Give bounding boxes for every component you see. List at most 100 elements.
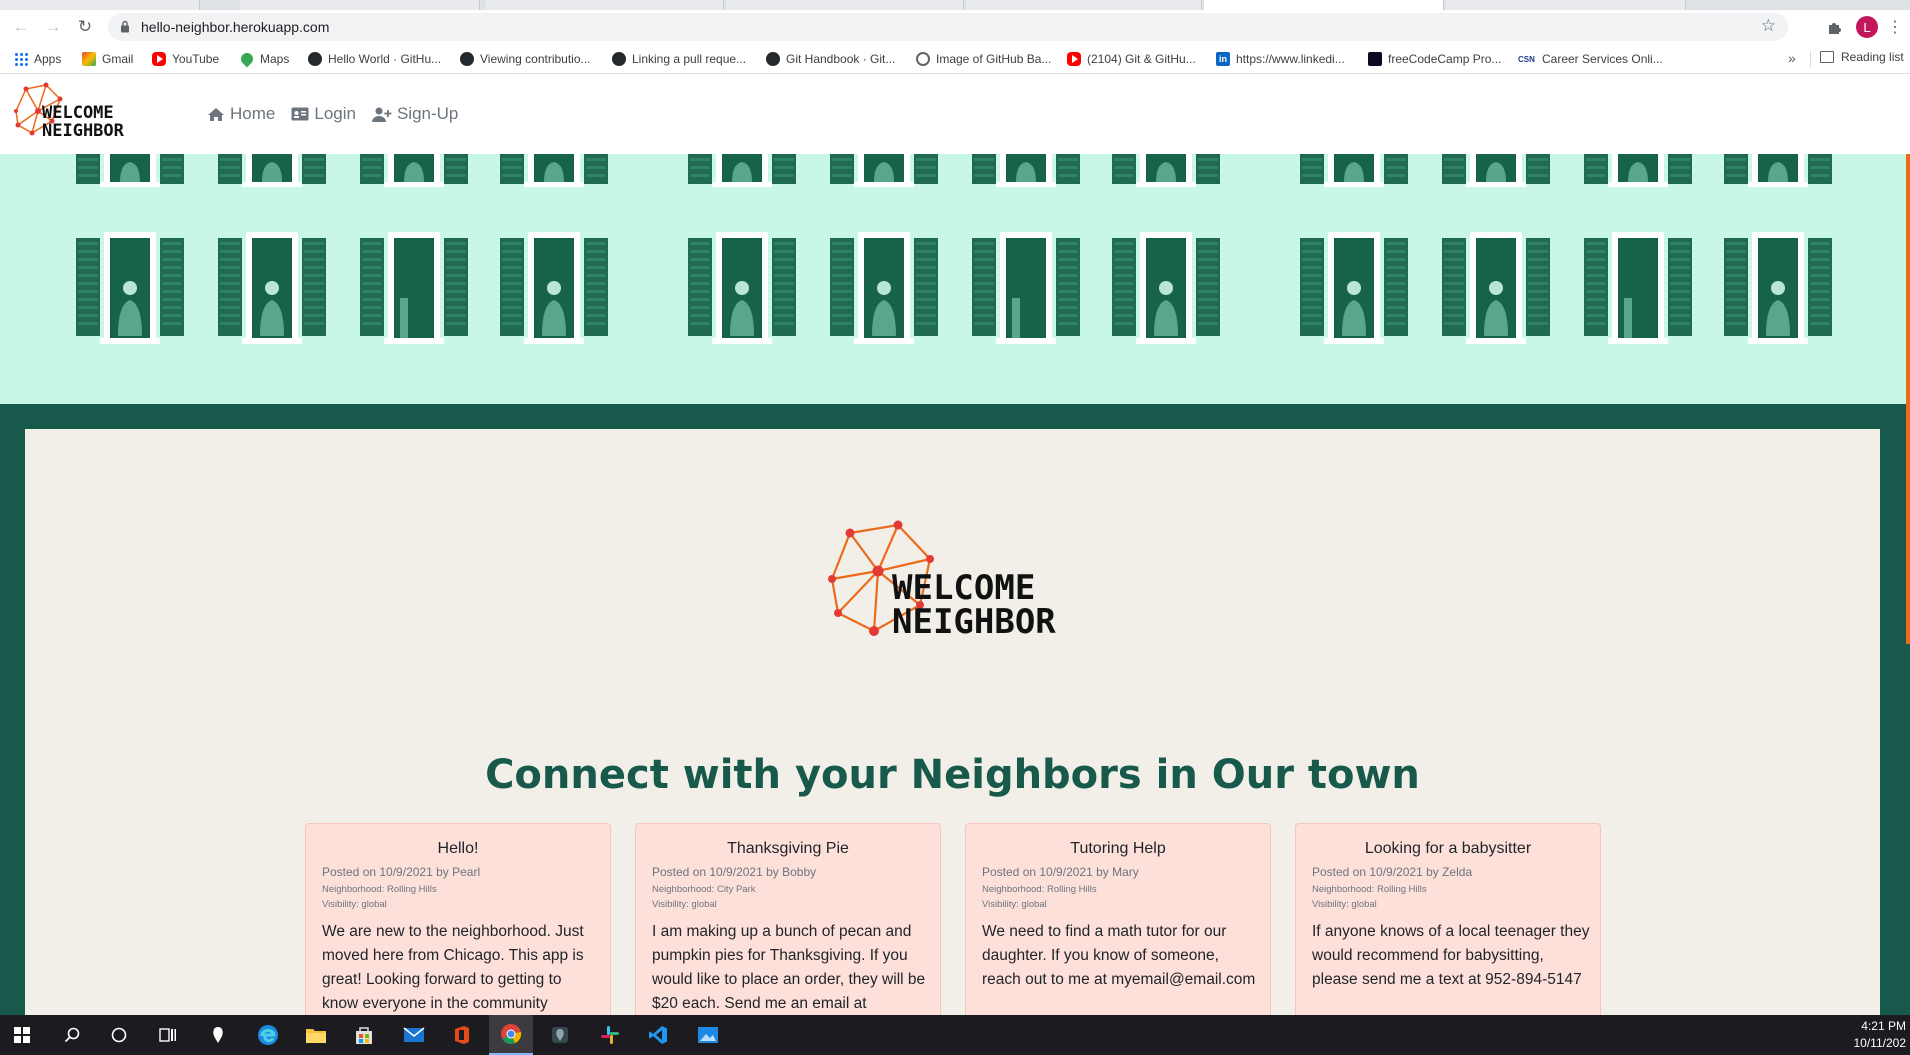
post-meta: Posted on 10/9/2021 by Bobby: [652, 865, 817, 879]
bookmark-linkedin[interactable]: in https://www.linkedi...: [1216, 50, 1345, 68]
microsoft-store-icon[interactable]: [342, 1015, 386, 1055]
post-card[interactable]: Thanksgiving Pie Posted on 10/9/2021 by …: [635, 823, 941, 1033]
bookmark-apps[interactable]: Apps: [14, 50, 61, 68]
browser-tab[interactable]: [240, 0, 480, 10]
post-card[interactable]: Looking for a babysitter Posted on 10/9/…: [1295, 823, 1601, 1033]
apps-grid-icon: [14, 52, 28, 66]
bookmark-viewing-contributions[interactable]: Viewing contributio...: [460, 50, 591, 68]
post-title: Tutoring Help: [1070, 840, 1166, 857]
nav-signup-link[interactable]: Sign-Up: [371, 104, 458, 124]
bookmark-gmail[interactable]: Gmail: [82, 50, 133, 68]
github-icon: [766, 52, 780, 66]
search-icon[interactable]: [50, 1015, 94, 1055]
hero-banner: [0, 154, 1910, 404]
bookmark-image-github[interactable]: Image of GitHub Ba...: [916, 50, 1051, 68]
post-title: Thanksgiving Pie: [727, 840, 849, 857]
id-card-icon: [291, 107, 309, 121]
gmail-icon: [82, 52, 96, 66]
github-icon: [460, 52, 474, 66]
github-icon: [612, 52, 626, 66]
browser-tab[interactable]: [726, 0, 964, 10]
forward-arrow-icon[interactable]: →: [41, 15, 65, 39]
neighbors-windows-illustration: [76, 154, 1832, 344]
windows-taskbar: 4:21 PM 10/11/202: [0, 1015, 1910, 1055]
post-body: We are new to the neighborhood. Just mov…: [322, 923, 584, 1012]
page-scrollbar[interactable]: [1906, 154, 1910, 644]
browser-tab-strip: [0, 0, 1910, 10]
page-heading: Connect with your Neighbors in Our town: [485, 752, 1420, 798]
welcome-neighbor-logo-large: WELCOME NEIGHBOR: [828, 520, 1056, 642]
browser-tab[interactable]: [1446, 0, 1686, 10]
url-text: hello-neighbor.herokuapp.com: [141, 19, 330, 35]
bookmark-star-icon[interactable]: ☆: [1761, 16, 1776, 36]
post-visibility: Visibility: global: [982, 899, 1047, 910]
bookmark-freecodecamp[interactable]: freeCodeCamp Pro...: [1368, 50, 1501, 68]
globe-icon: [916, 52, 930, 66]
csn-icon: CSN: [1518, 52, 1536, 66]
bookmark-git-github-video[interactable]: (2104) Git & GitHu...: [1067, 50, 1196, 68]
mail-icon[interactable]: [392, 1015, 436, 1055]
browser-tab[interactable]: [486, 0, 724, 10]
browser-tab[interactable]: [966, 0, 1202, 10]
bookmark-git-handbook[interactable]: Git Handbook · Git...: [766, 50, 895, 68]
cortana-icon[interactable]: [97, 1015, 141, 1055]
post-neighborhood: Neighborhood: Rolling Hills: [1312, 884, 1427, 895]
post-visibility: Visibility: global: [322, 899, 387, 910]
post-neighborhood: Neighborhood: Rolling Hills: [322, 884, 437, 895]
svg-text:NEIGHBOR: NEIGHBOR: [42, 121, 125, 141]
reading-list-button[interactable]: Reading list: [1820, 50, 1904, 64]
nav-home-link[interactable]: Home: [207, 104, 275, 124]
extensions-puzzle-icon[interactable]: [1822, 15, 1846, 39]
bookmark-youtube[interactable]: YouTube: [152, 50, 219, 68]
alienware-command-center-icon[interactable]: [538, 1015, 582, 1055]
post-card[interactable]: Tutoring Help Posted on 10/9/2021 by Mar…: [965, 823, 1271, 1033]
post-title: Looking for a babysitter: [1364, 840, 1532, 857]
bookmark-hello-world[interactable]: Hello World · GitHu...: [308, 50, 441, 68]
browser-menu-icon[interactable]: ⋮: [1887, 15, 1903, 39]
alienware-icon[interactable]: [196, 1015, 240, 1055]
file-explorer-icon[interactable]: [294, 1015, 338, 1055]
post-card[interactable]: Hello! Posted on 10/9/2021 by Pearl Neig…: [305, 823, 611, 1033]
post-neighborhood: Neighborhood: Rolling Hills: [982, 884, 1097, 895]
browser-tab-active[interactable]: [1204, 0, 1444, 10]
vscode-icon[interactable]: [636, 1015, 680, 1055]
reload-icon[interactable]: ↻: [73, 15, 97, 39]
system-clock[interactable]: 4:21 PM 10/11/202: [1854, 1018, 1907, 1052]
reading-list-icon: [1820, 51, 1834, 63]
bookmark-career-services[interactable]: CSN Career Services Onli...: [1518, 50, 1663, 68]
lock-icon: [121, 20, 129, 33]
browser-tab[interactable]: [0, 0, 200, 10]
post-title: Hello!: [437, 840, 479, 857]
post-visibility: Visibility: global: [1312, 899, 1377, 910]
task-view-icon[interactable]: [146, 1015, 190, 1055]
back-arrow-icon[interactable]: ←: [9, 15, 33, 39]
content-panel: [25, 429, 1880, 1015]
welcome-neighbor-logo[interactable]: WELCOME NEIGHBOR: [12, 81, 152, 147]
post-meta: Posted on 10/9/2021 by Pearl: [322, 865, 481, 879]
bookmarks-overflow-chevron[interactable]: »: [1788, 50, 1796, 66]
post-neighborhood: Neighborhood: City Park: [652, 884, 756, 895]
linkedin-icon: in: [1216, 52, 1230, 66]
github-icon: [308, 52, 322, 66]
post-visibility: Visibility: global: [652, 899, 717, 910]
maps-icon: [238, 50, 256, 68]
chrome-icon[interactable]: [489, 1015, 533, 1055]
user-plus-icon: [371, 107, 392, 122]
svg-text:WELCOME: WELCOME: [42, 103, 114, 123]
windows-start-icon[interactable]: [0, 1015, 44, 1055]
post-meta: Posted on 10/9/2021 by Zelda: [1312, 865, 1473, 879]
browser-toolbar: ← → ↻ hello-neighbor.herokuapp.com ☆ L ⋮: [0, 10, 1910, 44]
nav-login-link[interactable]: Login: [291, 104, 356, 124]
site-navbar: WELCOME NEIGHBOR Home Login Sign-Up: [0, 75, 1910, 154]
address-bar[interactable]: hello-neighbor.herokuapp.com ☆: [108, 13, 1788, 41]
post-body: We need to find a math tutor for our dau…: [982, 923, 1256, 988]
slack-icon[interactable]: [588, 1015, 632, 1055]
office-icon[interactable]: [440, 1015, 484, 1055]
edge-browser-icon[interactable]: [246, 1015, 290, 1055]
bookmark-linking-pull-request[interactable]: Linking a pull reque...: [612, 50, 746, 68]
bookmarks-divider: [1810, 51, 1811, 67]
youtube-icon: [152, 52, 166, 66]
profile-avatar[interactable]: L: [1856, 16, 1878, 38]
bookmark-maps[interactable]: Maps: [238, 50, 289, 68]
photos-icon[interactable]: [686, 1015, 730, 1055]
